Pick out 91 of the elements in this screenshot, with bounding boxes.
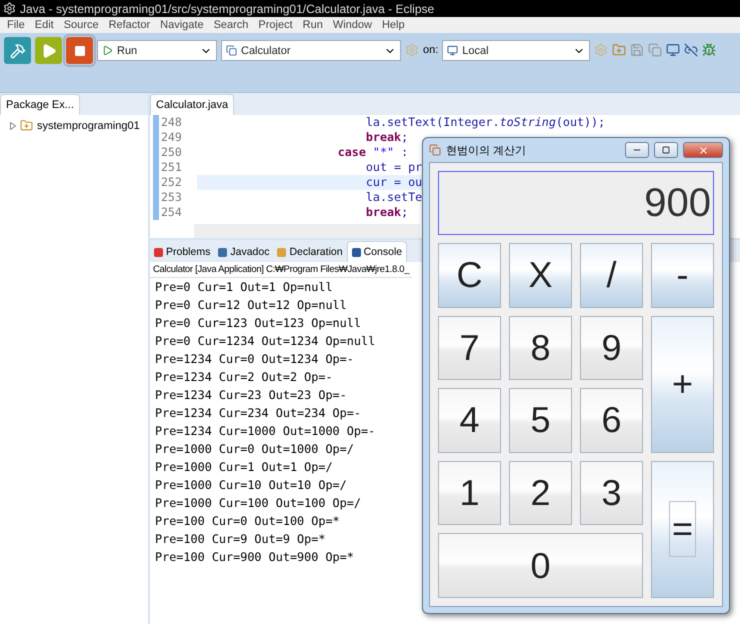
keypad-key[interactable]: 6 [580,388,643,453]
window-title: Java - systemprograming01/src/systemprograming01/Calculator.java - Eclipse [20,2,434,16]
console-header: Calculator [Java Application] C:₩Program Files₩Java₩jre1.8.0_ [150,262,412,278]
run-button[interactable] [35,37,62,64]
keypad-key[interactable]: - [651,243,714,308]
console-line: Pre=1234 Cur=234 Out=234 Op=- [155,405,361,422]
bug-icon[interactable] [702,43,716,57]
console-icon [352,248,361,256]
unlink-icon[interactable] [684,43,698,57]
code-line: la.setTe [364,190,422,205]
calculator-title: 현범이의 계산기 [446,144,528,158]
keypad-key[interactable]: 3 [580,460,643,526]
menu-item[interactable]: Project [253,19,298,31]
play-icon [40,42,56,58]
calculator-display: 900 [438,171,714,235]
keypad-key[interactable]: 4 [438,388,501,453]
console-line: Pre=1234 Cur=0 Out=1234 Op=- [155,351,354,368]
menu-item[interactable]: Search [208,19,254,31]
keypad-key[interactable]: 5 [509,388,572,453]
view-tab[interactable]: Javadoc [214,242,274,262]
code-line: cur = ou [364,175,422,190]
console-line: Pre=1000 Cur=1 Out=1 Op=/ [155,459,333,476]
new-folder-icon[interactable] [612,43,626,57]
hammer-icon [10,42,26,58]
console-line: Pre=1000 Cur=0 Out=1000 Op=/ [155,441,354,458]
console-line: Pre=100 Cur=0 Out=100 Op=* [155,513,340,530]
keypad-key[interactable]: / [580,243,643,308]
menu-item[interactable]: Window [328,19,377,31]
menu-item[interactable]: Navigate [155,19,209,31]
build-button[interactable] [4,37,31,64]
minimize-button[interactable] [625,142,649,158]
on-label: on: [423,44,438,56]
config-dropdown[interactable]: Calculator [221,40,401,61]
keypad-key[interactable]: + [651,316,714,453]
console-line: Pre=1234 Cur=1000 Out=1000 Op=- [155,423,376,440]
view-tab[interactable]: Declaration [273,242,347,262]
code-line: break; [364,205,408,220]
maximize-button[interactable] [654,142,678,158]
code-line: la.setText(Integer.toString(out)); [364,115,606,130]
project-icon [20,119,33,132]
monitor-icon[interactable] [666,43,680,57]
menu-item[interactable]: Help [376,19,410,31]
console-line: Pre=100 Cur=9 Out=9 Op=* [155,531,326,548]
console-line: Pre=0 Cur=123 Out=123 Op=null [155,315,361,332]
expand-arrow-icon[interactable] [10,122,16,130]
console-line: Pre=0 Cur=1 Out=1 Op=null [155,279,333,296]
tree-item[interactable]: systemprograming01 [37,120,140,132]
line-number: 252 [159,175,197,190]
view-tab[interactable]: Console [346,241,408,262]
keypad-key[interactable]: = [651,460,714,598]
stop-button[interactable] [66,37,93,64]
menu-item[interactable]: File [2,19,30,31]
keypad-key[interactable]: 1 [438,460,501,526]
copy-icon[interactable] [648,43,662,57]
keypad-key[interactable]: 2 [509,460,572,526]
menu-item[interactable]: Refactor [104,19,156,31]
console-line: Pre=1234 Cur=2 Out=2 Op=- [155,369,333,386]
save-icon[interactable] [630,43,644,57]
problems-icon [154,248,163,256]
play-icon [102,45,113,56]
console-line: Pre=100 Cur=900 Out=900 Op=* [155,549,354,566]
code-line: out = pr [364,160,422,175]
console-line: Pre=1000 Cur=10 Out=10 Op=/ [155,477,347,494]
maximize-icon [662,146,670,154]
console-line: Pre=1234 Cur=23 Out=23 Op=- [155,387,347,404]
keypad-key[interactable]: X [509,243,572,308]
console-line: Pre=0 Cur=1234 Out=1234 Op=null [155,333,376,350]
close-button[interactable] [683,142,723,158]
keypad-key[interactable]: 0 [438,533,643,598]
keypad-key[interactable]: 7 [438,316,501,380]
close-icon [698,144,708,156]
code-line: case "*" : [336,145,408,160]
editor-tab[interactable]: Calculator.java [150,94,234,115]
target-dropdown[interactable]: Local [442,40,590,61]
menu-item[interactable]: Edit [30,19,59,31]
menu-item[interactable]: Run [298,19,328,31]
javadoc-icon [218,248,228,256]
menu-item[interactable]: Source [58,19,104,31]
declaration-icon [277,248,286,256]
mode-dropdown[interactable]: Run [97,40,217,61]
console-line: Pre=0 Cur=12 Out=12 Op=null [155,297,347,314]
code-line: break; [364,130,408,145]
monitor-icon [447,45,458,56]
console-line: Pre=1000 Cur=100 Out=100 Op=/ [155,495,361,512]
view-tab[interactable]: Problems [150,242,214,262]
keypad-key[interactable]: 9 [580,316,643,380]
keypad-key[interactable]: C [438,243,501,308]
package-explorer-tab[interactable]: Package Ex... [0,94,80,115]
horizontal-scrollbar[interactable] [194,224,420,238]
keypad-key[interactable]: 8 [509,316,572,380]
stop-icon [74,44,86,56]
